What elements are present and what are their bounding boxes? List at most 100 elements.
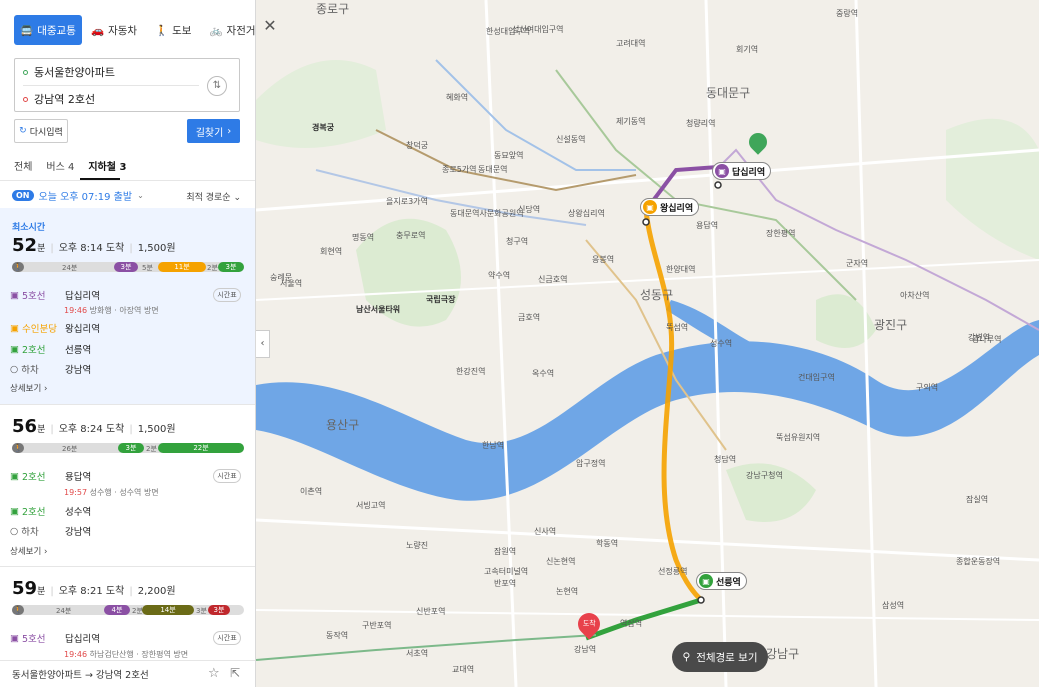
- destination-dot-icon: [23, 96, 28, 102]
- route-inputs: 동서울한양아파트 강남역 2호선 ⇅: [14, 58, 240, 112]
- route-step: ▣ 2호선 선릉역: [10, 340, 242, 358]
- separator: |: [50, 243, 54, 254]
- duration-value: 56: [12, 416, 38, 437]
- arrival-time: 오후 8:21 도착: [58, 586, 125, 597]
- route-card[interactable]: 최소시간 52분 | 오후 8:14 도착 | 1,500원 🚶 24분 3분 5분 1…: [12, 220, 244, 272]
- fare: 2,200원: [137, 586, 176, 597]
- fare: 1,500원: [137, 243, 176, 254]
- line-label: 하차: [21, 527, 39, 538]
- direction-text: 성수행 · 성수역 방면: [89, 488, 159, 497]
- map-place-label: 노량진: [406, 541, 429, 550]
- map-place-label: 창덕궁: [406, 141, 429, 150]
- line-name: ○ 하차: [10, 524, 65, 539]
- alight-icon: ○: [10, 525, 19, 537]
- segment-label: 2분: [146, 445, 157, 453]
- segment-label: 14분: [160, 606, 176, 614]
- share-icon[interactable]: ⇱: [230, 666, 240, 680]
- destination-field[interactable]: 강남역 2호선: [23, 89, 95, 109]
- map-place-label: 청량리역: [686, 119, 716, 128]
- tab-bus[interactable]: 버스 4: [46, 158, 74, 173]
- subway-segment: 11분: [158, 262, 206, 272]
- segment-label: 5분: [142, 264, 153, 272]
- route-step: ○ 하차 강남역: [10, 360, 242, 378]
- timetable-button[interactable]: 시간표: [213, 288, 241, 302]
- mode-label: 대중교통: [37, 24, 76, 37]
- timetable-button[interactable]: 시간표: [213, 469, 241, 483]
- tab-subway[interactable]: 지하철 3: [88, 158, 126, 173]
- map-place-label: 신논현역: [546, 557, 576, 566]
- line-label: 하차: [21, 365, 39, 376]
- detail-label: 상세보기: [10, 384, 42, 394]
- alight-icon: ○: [10, 363, 19, 375]
- map-place-label: 회기역: [736, 45, 759, 54]
- mode-bike-tab[interactable]: 🚲 자전거: [200, 15, 256, 45]
- subway-icon: ▣: [10, 470, 19, 482]
- route-divider: [0, 566, 255, 567]
- segment-label: 26분: [62, 445, 78, 453]
- sort-select[interactable]: 최적 경로순 ⌄: [186, 190, 241, 203]
- line-name: ▣ 2호선: [10, 342, 65, 357]
- departure-time-value: 19:57: [64, 488, 88, 497]
- reset-button[interactable]: ↻ 다시입력: [14, 119, 68, 143]
- station-badge-dapsimni[interactable]: ▣ 답십리역: [712, 162, 772, 180]
- walk-icon: 🚶: [155, 24, 169, 37]
- segment-label: 22분: [193, 444, 209, 452]
- map-place-label: 건대입구역: [798, 373, 835, 382]
- origin-field[interactable]: 동서울한양아파트: [23, 62, 115, 82]
- route-panel: 🚍 대중교통 🚗 자동차 🚶 도보 🚲 자전거 동서울한양아파트 강남역 2호선 ⇅ ↻…: [0, 0, 256, 687]
- sort-label: 최적 경로순: [186, 193, 231, 203]
- map-place-label: 구반포역: [362, 621, 392, 630]
- station-badge-seolleung[interactable]: ▣ 선릉역: [696, 572, 747, 590]
- map-place-label: 청담역: [714, 455, 737, 464]
- mode-label: 자전거: [226, 24, 256, 37]
- separator: |: [129, 586, 133, 597]
- duration-value: 59: [12, 578, 38, 599]
- map-place-label: 제기동역: [616, 117, 646, 126]
- transport-modes: 🚍 대중교통 🚗 자동차 🚶 도보 🚲 자전거: [0, 0, 255, 46]
- detail-link[interactable]: 상세보기 ›: [10, 545, 47, 557]
- map-place-label: 동묘앞역: [494, 151, 524, 160]
- star-icon[interactable]: ☆: [208, 666, 220, 681]
- chevron-down-icon: ⌄: [233, 193, 241, 203]
- map-place-label: 회현역: [320, 247, 343, 256]
- subway-icon: ▣: [10, 632, 19, 644]
- map-place-label: 잠원역: [494, 547, 517, 556]
- departure-time[interactable]: ON 오늘 오후 07:19 출발 ⌄: [12, 188, 144, 203]
- map-place-label: 반포역: [494, 579, 517, 588]
- subway-segment: 22분: [158, 443, 244, 453]
- route-divider: [0, 404, 255, 405]
- map-place-label: 뚝섬역: [666, 323, 689, 332]
- close-icon[interactable]: ✕: [262, 18, 278, 34]
- route-step: ▣ 수인분당 왕십리역: [10, 319, 242, 337]
- full-route-button[interactable]: ⚲ 전체경로 보기: [672, 642, 768, 672]
- district-label: 용산구: [326, 418, 360, 432]
- subway-icon: ▣: [10, 505, 19, 517]
- map-place-label: 동대문역사문화공원역: [450, 209, 524, 218]
- station-name: 강남역: [65, 527, 92, 538]
- segment-label: 3분: [196, 607, 207, 615]
- subway-segment: 3분: [114, 262, 138, 272]
- route-card[interactable]: 59분 | 오후 8:21 도착 | 2,200원 🚶 24분 4분 2분 14분 3분…: [12, 576, 244, 615]
- mode-transit-tab[interactable]: 🚍 대중교통: [14, 15, 82, 45]
- subway-segment: 3분: [118, 443, 144, 453]
- route-card[interactable]: 56분 | 오후 8:24 도착 | 1,500원 🚶 26분 3분 2분 22분: [12, 414, 244, 453]
- timetable-button[interactable]: 시간표: [213, 631, 241, 645]
- station-name: 선릉역: [65, 345, 92, 356]
- mode-car-tab[interactable]: 🚗 자동차: [82, 15, 146, 45]
- detail-link[interactable]: 상세보기 ›: [10, 382, 47, 394]
- arrival-label: 도착: [582, 620, 596, 629]
- station-badge-wangsimni[interactable]: ▣ 왕십리역: [640, 198, 700, 216]
- map-view[interactable]: 종로구 동대문구 성동구 광진구 용산구 강남구 한성대입구역 성신여대입구역 …: [256, 0, 1039, 687]
- line-label: 수인분당: [21, 324, 57, 335]
- swap-icon[interactable]: ⇅: [207, 76, 227, 96]
- walk-segment: 🚶: [12, 605, 24, 615]
- tab-all[interactable]: 전체: [14, 158, 32, 173]
- search-route-button[interactable]: 길찾기 ›: [187, 119, 240, 143]
- departure-text: 오늘 오후 07:19 출발: [38, 192, 133, 203]
- subway-icon: ▣: [643, 200, 657, 214]
- segment-label: 3분: [125, 444, 137, 452]
- mode-walk-tab[interactable]: 🚶 도보: [146, 15, 200, 45]
- collapse-panel-button[interactable]: ‹: [256, 330, 270, 358]
- map-place-label: 한양대역: [666, 265, 696, 274]
- map-place-label: 강남구청역: [746, 471, 783, 480]
